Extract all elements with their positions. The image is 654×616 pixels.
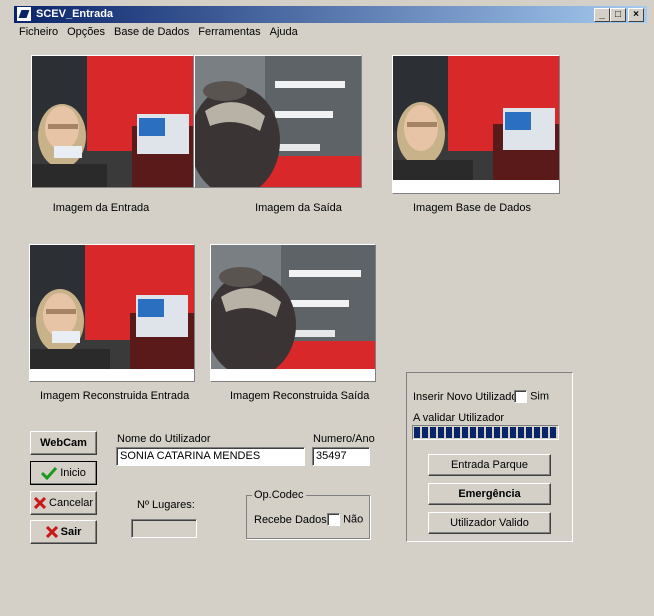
- cross-icon: [45, 526, 58, 539]
- progress-segment: [470, 427, 476, 438]
- caption-reconstruida-entrada: Imagem Reconstruida Entrada: [40, 390, 190, 402]
- emergencia-button[interactable]: Emergência: [428, 483, 551, 505]
- sim-label: Sim: [530, 390, 550, 403]
- progress-segment: [550, 427, 556, 438]
- image-base-dados: [392, 55, 560, 194]
- entrada-parque-button[interactable]: Entrada Parque: [428, 454, 551, 476]
- image-entrada: [31, 55, 194, 188]
- title-bar[interactable]: SCEV_Entrada _ □ ×: [14, 6, 647, 23]
- progress-segment: [486, 427, 492, 438]
- validation-progress-bar: [412, 425, 559, 440]
- nome-utilizador-field[interactable]: SONIA CATARINA MENDES: [116, 447, 305, 466]
- progress-segment: [454, 427, 460, 438]
- checkmark-icon: [41, 467, 58, 481]
- window-title: SCEV_Entrada: [36, 8, 114, 20]
- image-reconstruida-saida: [210, 244, 376, 382]
- progress-segment: [526, 427, 532, 438]
- recebe-dados-label: Recebe Dados: [254, 514, 327, 526]
- menu-ferramentas[interactable]: Ferramentas: [198, 26, 260, 42]
- caption-base-dados: Imagem Base de Dados: [412, 202, 531, 214]
- webcam-photo: [32, 56, 193, 187]
- opcodec-title: Op.Codec: [252, 489, 306, 501]
- progress-segment: [414, 427, 420, 438]
- app-icon: [17, 7, 31, 21]
- sair-button[interactable]: Sair: [30, 520, 97, 544]
- sim-checkbox-row[interactable]: Sim: [514, 390, 549, 403]
- progress-segment: [518, 427, 524, 438]
- nao-checkbox-row[interactable]: Não: [327, 513, 363, 526]
- progress-segment: [534, 427, 540, 438]
- progress-segment: [478, 427, 484, 438]
- caption-entrada: Imagem da Entrada: [52, 202, 150, 214]
- progress-segment: [462, 427, 468, 438]
- inserir-utilizador-label: Inserir Novo Utilizador: [413, 391, 522, 403]
- sim-checkbox[interactable]: [514, 390, 527, 403]
- menu-ficheiro[interactable]: Ficheiro: [19, 26, 58, 42]
- webcam-photo: [30, 245, 194, 369]
- sair-label: Sair: [60, 526, 82, 538]
- lugares-label: Nº Lugares:: [137, 499, 195, 511]
- close-button[interactable]: ×: [628, 8, 644, 22]
- cancelar-label: Cancelar: [49, 497, 94, 509]
- nao-checkbox[interactable]: [327, 513, 340, 526]
- image-saida: [194, 55, 362, 188]
- webcam-photo: [211, 245, 375, 369]
- inicio-label: Inicio: [60, 467, 86, 479]
- image-reconstruida-entrada: [29, 244, 195, 382]
- progress-segment: [542, 427, 548, 438]
- progress-segment: [494, 427, 500, 438]
- caption-reconstruida-saida: Imagem Reconstruida Saída: [230, 390, 370, 402]
- lugares-field[interactable]: [131, 519, 197, 538]
- cancelar-button[interactable]: Cancelar: [30, 491, 97, 515]
- menu-bar: Ficheiro Opções Base de Dados Ferramenta…: [14, 24, 298, 42]
- inicio-button[interactable]: Inicio: [30, 461, 97, 485]
- utilizador-valido-button[interactable]: Utilizador Valido: [428, 512, 551, 534]
- menu-opcoes[interactable]: Opções: [67, 26, 105, 42]
- numero-ano-label: Numero/Ano: [313, 433, 375, 445]
- main-window: SCEV_Entrada _ □ × Ficheiro Opções Base …: [0, 0, 654, 616]
- webcam-button[interactable]: WebCam: [30, 431, 97, 455]
- progress-segment: [438, 427, 444, 438]
- progress-segment: [446, 427, 452, 438]
- validar-utilizador-label: A validar Utilizador: [413, 412, 505, 424]
- webcam-photo: [393, 56, 559, 180]
- menu-ajuda[interactable]: Ajuda: [270, 26, 298, 42]
- maximize-button[interactable]: □: [610, 8, 626, 22]
- progress-segment: [430, 427, 436, 438]
- menu-base-dados[interactable]: Base de Dados: [114, 26, 189, 42]
- cross-icon: [33, 497, 47, 510]
- webcam-photo: [195, 56, 361, 187]
- progress-segment: [502, 427, 508, 438]
- numero-ano-field[interactable]: 35497: [312, 447, 370, 466]
- nome-utilizador-label: Nome do Utilizador: [117, 433, 211, 445]
- progress-segment: [422, 427, 428, 438]
- progress-segment: [510, 427, 516, 438]
- nao-label: Não: [343, 513, 364, 526]
- caption-saida: Imagem da Saída: [255, 202, 342, 214]
- minimize-button[interactable]: _: [594, 8, 610, 22]
